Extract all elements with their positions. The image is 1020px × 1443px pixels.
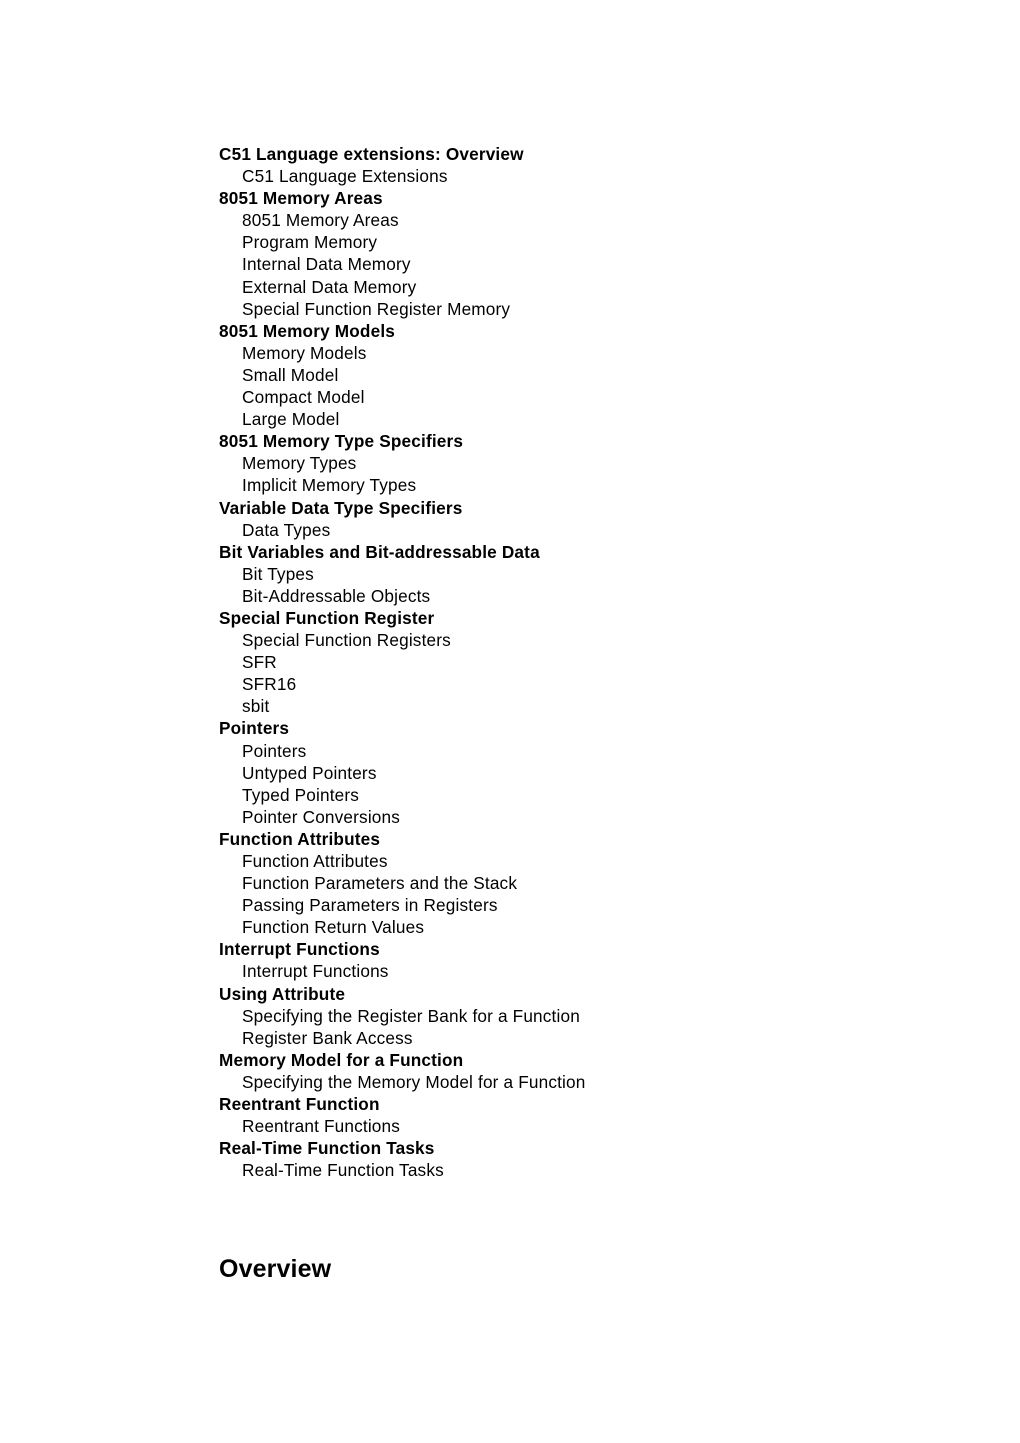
toc-section-heading[interactable]: Variable Data Type Specifiers — [219, 497, 939, 519]
toc-entry[interactable]: SFR16 — [242, 673, 939, 695]
toc-entry[interactable]: Small Model — [242, 364, 939, 386]
toc-entry[interactable]: Compact Model — [242, 386, 939, 408]
toc-entry[interactable]: C51 Language Extensions — [242, 165, 939, 187]
toc-section-heading[interactable]: Pointers — [219, 717, 939, 739]
toc-entry[interactable]: Bit Types — [242, 563, 939, 585]
toc-entry[interactable]: Untyped Pointers — [242, 762, 939, 784]
toc-entry[interactable]: Pointers — [242, 740, 939, 762]
toc-section-heading[interactable]: Function Attributes — [219, 828, 939, 850]
toc-section-heading[interactable]: 8051 Memory Areas — [219, 187, 939, 209]
toc-section-heading[interactable]: C51 Language extensions: Overview — [219, 143, 939, 165]
toc-entry[interactable]: Special Function Registers — [242, 629, 939, 651]
document-page: C51 Language extensions: Overview C51 Lan… — [0, 0, 1020, 1443]
toc-entry[interactable]: Large Model — [242, 408, 939, 430]
toc-entry[interactable]: Program Memory — [242, 231, 939, 253]
toc-section-heading[interactable]: Reentrant Function — [219, 1093, 939, 1115]
toc-entry[interactable]: Memory Types — [242, 452, 939, 474]
toc-entry[interactable]: Function Parameters and the Stack — [242, 872, 939, 894]
toc-section-heading[interactable]: Using Attribute — [219, 983, 939, 1005]
table-of-contents: C51 Language extensions: Overview C51 Lan… — [219, 143, 939, 1181]
toc-section-heading[interactable]: Interrupt Functions — [219, 938, 939, 960]
toc-entry[interactable]: External Data Memory — [242, 276, 939, 298]
toc-entry[interactable]: Special Function Register Memory — [242, 298, 939, 320]
toc-entry[interactable]: Pointer Conversions — [242, 806, 939, 828]
toc-entry[interactable]: Internal Data Memory — [242, 253, 939, 275]
toc-section-heading[interactable]: 8051 Memory Models — [219, 320, 939, 342]
toc-entry[interactable]: Data Types — [242, 519, 939, 541]
chapter-heading: Overview — [219, 1255, 332, 1283]
toc-entry[interactable]: Reentrant Functions — [242, 1115, 939, 1137]
toc-entry[interactable]: SFR — [242, 651, 939, 673]
toc-entry[interactable]: Register Bank Access — [242, 1027, 939, 1049]
toc-section-heading[interactable]: Real-Time Function Tasks — [219, 1137, 939, 1159]
toc-entry[interactable]: Passing Parameters in Registers — [242, 894, 939, 916]
toc-entry[interactable]: Specifying the Memory Model for a Functi… — [242, 1071, 939, 1093]
toc-section-heading[interactable]: Bit Variables and Bit-addressable Data — [219, 541, 939, 563]
toc-entry[interactable]: Typed Pointers — [242, 784, 939, 806]
toc-entry[interactable]: Implicit Memory Types — [242, 474, 939, 496]
toc-entry[interactable]: Interrupt Functions — [242, 960, 939, 982]
toc-entry[interactable]: Function Return Values — [242, 916, 939, 938]
toc-section-heading[interactable]: 8051 Memory Type Specifiers — [219, 430, 939, 452]
toc-section-heading[interactable]: Memory Model for a Function — [219, 1049, 939, 1071]
toc-entry[interactable]: Real-Time Function Tasks — [242, 1159, 939, 1181]
toc-entry[interactable]: sbit — [242, 695, 939, 717]
toc-entry[interactable]: Specifying the Register Bank for a Funct… — [242, 1005, 939, 1027]
toc-section-heading[interactable]: Special Function Register — [219, 607, 939, 629]
toc-entry[interactable]: Function Attributes — [242, 850, 939, 872]
toc-entry[interactable]: Memory Models — [242, 342, 939, 364]
toc-entry[interactable]: Bit-Addressable Objects — [242, 585, 939, 607]
toc-entry[interactable]: 8051 Memory Areas — [242, 209, 939, 231]
